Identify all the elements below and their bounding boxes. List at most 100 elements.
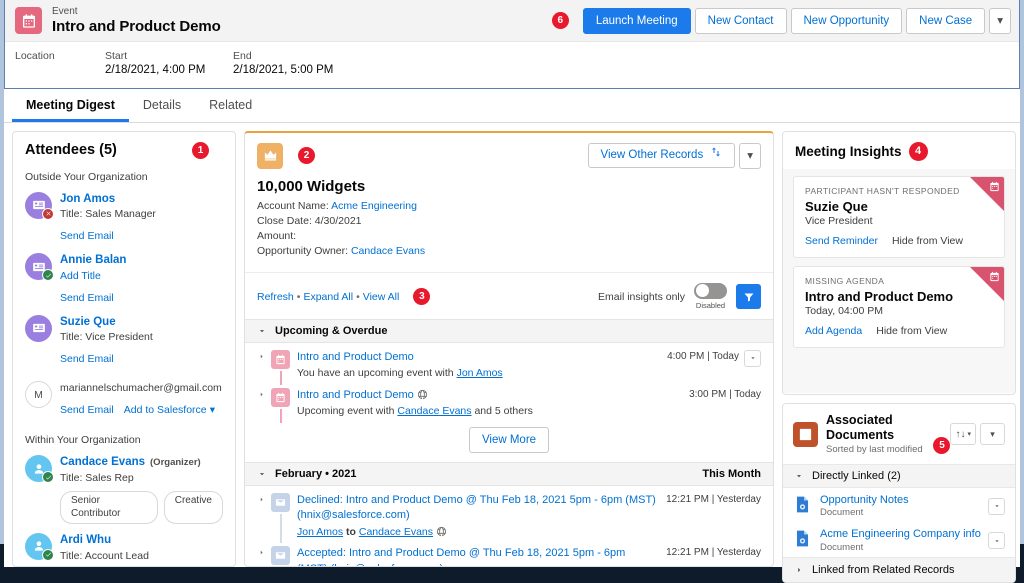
attendee-name[interactable]: Ardi Whu <box>60 534 111 546</box>
attendee-name[interactable]: Jon Amos <box>60 193 115 205</box>
new-case-button[interactable]: New Case <box>906 8 985 34</box>
add-to-salesforce-link[interactable]: Add to Salesforce <box>124 404 207 416</box>
send-email-link[interactable]: Send Email <box>60 353 114 365</box>
attendee-title[interactable]: Add Title <box>60 269 126 283</box>
timeline-item-title[interactable]: Intro and Product Demo <box>297 350 659 365</box>
documents-group-related[interactable]: Linked from Related Records <box>783 557 1015 582</box>
field-start-label: Start <box>105 49 233 63</box>
document-menu-button[interactable] <box>988 532 1005 549</box>
timeline-item-title[interactable]: Accepted: Intro and Product Demo @ Thu F… <box>297 546 658 566</box>
sort-button[interactable]: ↑↓ ▾ <box>950 423 976 445</box>
timeline-item-subtitle: You have an upcoming event with Jon Amos <box>297 366 659 381</box>
new-opportunity-button[interactable]: New Opportunity <box>791 8 903 34</box>
insight-primary-action[interactable]: Add Agenda <box>805 325 862 337</box>
timeline-item-subject-link[interactable]: Candace Evans <box>397 405 471 417</box>
timeline-item-from[interactable]: Jon Amos <box>297 526 343 538</box>
timeline-item-expand[interactable] <box>257 493 271 539</box>
view-more-button[interactable]: View More <box>469 427 549 453</box>
timeline-item-icon-col <box>271 388 297 419</box>
group-label-within: Within Your Organization <box>25 434 223 446</box>
header-more-actions-button[interactable]: ▾ <box>989 8 1011 34</box>
email-insights-toggle[interactable]: Disabled <box>694 283 727 311</box>
chevron-down-icon[interactable]: ▾ <box>210 404 215 416</box>
expand-all-link[interactable]: Expand All <box>303 291 353 303</box>
launch-meeting-button[interactable]: Launch Meeting <box>583 8 691 34</box>
tab-related[interactable]: Related <box>195 89 266 122</box>
timeline-item-expand[interactable] <box>257 388 271 419</box>
timeline-item-content: Intro and Product Demo Upcoming event wi… <box>297 388 681 419</box>
insight-primary-action[interactable]: Send Reminder <box>805 235 878 247</box>
timeline-item-subject-link[interactable]: Jon Amos <box>457 367 503 379</box>
timeline-item-subtitle: Jon Amos to Candace Evans <box>297 525 658 540</box>
send-email-link[interactable]: Send Email <box>60 404 114 416</box>
opportunity-fields: Account Name: Acme EngineeringClose Date… <box>257 199 761 260</box>
attendee-unknown: M mariannelschumacher@gmail.com Send Ema… <box>25 381 223 418</box>
associated-documents-titles: Associated Documents Sorted by last modi… <box>826 413 930 456</box>
timeline-section-title: February • 2021 <box>275 468 357 480</box>
opportunity-field-value[interactable]: Candace Evans <box>351 245 425 257</box>
record-header-titles: Event Intro and Product Demo <box>52 6 221 35</box>
timeline-item-expand[interactable] <box>257 350 271 381</box>
timeline-item-expand[interactable] <box>257 546 271 566</box>
timeline-item-menu-button[interactable] <box>744 350 761 367</box>
new-contact-button[interactable]: New Contact <box>695 8 787 34</box>
insight-secondary-action[interactable]: Hide from View <box>876 325 947 337</box>
documents-group-label: Directly Linked (2) <box>812 470 901 482</box>
attendee-title: Title: Account Lead <box>60 549 149 563</box>
tab-details[interactable]: Details <box>129 89 195 122</box>
associated-documents-subtitle: Sorted by last modified <box>826 444 930 456</box>
timeline-item-content: Declined: Intro and Product Demo @ Thu F… <box>297 493 658 539</box>
filter-icon[interactable] <box>736 284 761 309</box>
opportunity-field-label: Amount: <box>257 230 296 242</box>
view-all-link[interactable]: View All <box>363 291 400 303</box>
toggle-switch[interactable] <box>694 283 727 299</box>
timeline-item-title[interactable]: Declined: Intro and Product Demo @ Thu F… <box>297 493 658 524</box>
opportunity-field-value[interactable]: Acme Engineering <box>331 200 417 212</box>
document-row: Acme Engineering Company infoDocument <box>783 522 1015 557</box>
globe-icon <box>417 389 428 400</box>
opportunity-field-label: Account Name: <box>257 200 329 212</box>
attendee-row: Jon AmosTitle: Sales ManagerSend Email <box>25 192 223 245</box>
send-email-link[interactable]: Send Email <box>60 292 114 304</box>
record-body: Attendees (5) 1 Outside Your Organizatio… <box>4 123 1020 567</box>
documents-list: Opportunity NotesDocument Acme Engineerin… <box>783 488 1015 557</box>
attendees-outside-list: Jon AmosTitle: Sales ManagerSend Email An… <box>25 192 223 368</box>
opportunity-more-button[interactable]: ▾ <box>739 143 761 169</box>
document-menu-button[interactable] <box>988 498 1005 515</box>
insight-secondary-action[interactable]: Hide from View <box>892 235 963 247</box>
timeline-item: Accepted: Intro and Product Demo @ Thu F… <box>245 539 773 566</box>
tab-meeting-digest[interactable]: Meeting Digest <box>12 89 129 122</box>
associated-documents-header: Associated Documents Sorted by last modi… <box>783 404 1015 464</box>
attendee-name-row: Jon Amos <box>60 192 156 208</box>
attendee-pill: Senior Contributor <box>60 491 158 524</box>
documents-more-button[interactable]: ▾ <box>980 423 1005 445</box>
record-header: Event Intro and Product Demo 6 Launch Me… <box>4 0 1020 89</box>
toggle-state-label: Disabled <box>696 301 725 310</box>
timeline-item-subject-prefix: Upcoming event with <box>297 405 397 417</box>
activity-timeline: Upcoming & Overdue Intro and Product Demo… <box>245 319 773 566</box>
documents-group-directly-linked[interactable]: Directly Linked (2) <box>783 464 1015 488</box>
send-email-link[interactable]: Send Email <box>60 230 114 242</box>
timeline-section-header[interactable]: February • 2021This Month <box>245 462 773 486</box>
refresh-link[interactable]: Refresh <box>257 291 294 303</box>
attendee-name[interactable]: Annie Balan <box>60 254 126 266</box>
status-accepted-icon <box>42 471 54 483</box>
timeline-item-title[interactable]: Intro and Product Demo <box>297 388 681 403</box>
document-name[interactable]: Acme Engineering Company info <box>820 527 981 541</box>
timeline-item-title-text: Intro and Product Demo <box>297 389 414 401</box>
timeline-item-to[interactable]: Candace Evans <box>359 526 433 538</box>
view-other-records-button[interactable]: View Other Records <box>588 143 736 168</box>
avatar: M <box>25 381 52 408</box>
timeline-section-header[interactable]: Upcoming & Overdue <box>245 319 773 343</box>
opportunity-actions: View Other Records ▾ <box>588 143 761 169</box>
attendee-name[interactable]: Candace Evans <box>60 456 145 468</box>
attendee-row: Suzie QueTitle: Vice PresidentSend Email <box>25 315 223 368</box>
chevron-right-icon <box>794 565 804 575</box>
attendee-name-row: Ardi Whu <box>60 533 149 549</box>
document-text: Opportunity NotesDocument <box>820 493 909 520</box>
document-text: Acme Engineering Company infoDocument <box>820 527 981 554</box>
opportunity-field-label: Opportunity Owner: <box>257 245 348 257</box>
document-name[interactable]: Opportunity Notes <box>820 493 909 507</box>
attendee-name[interactable]: Suzie Que <box>60 316 116 328</box>
meeting-insights-panel: Meeting Insights 4 PARTICIPANT HASN'T RE… <box>782 131 1016 395</box>
